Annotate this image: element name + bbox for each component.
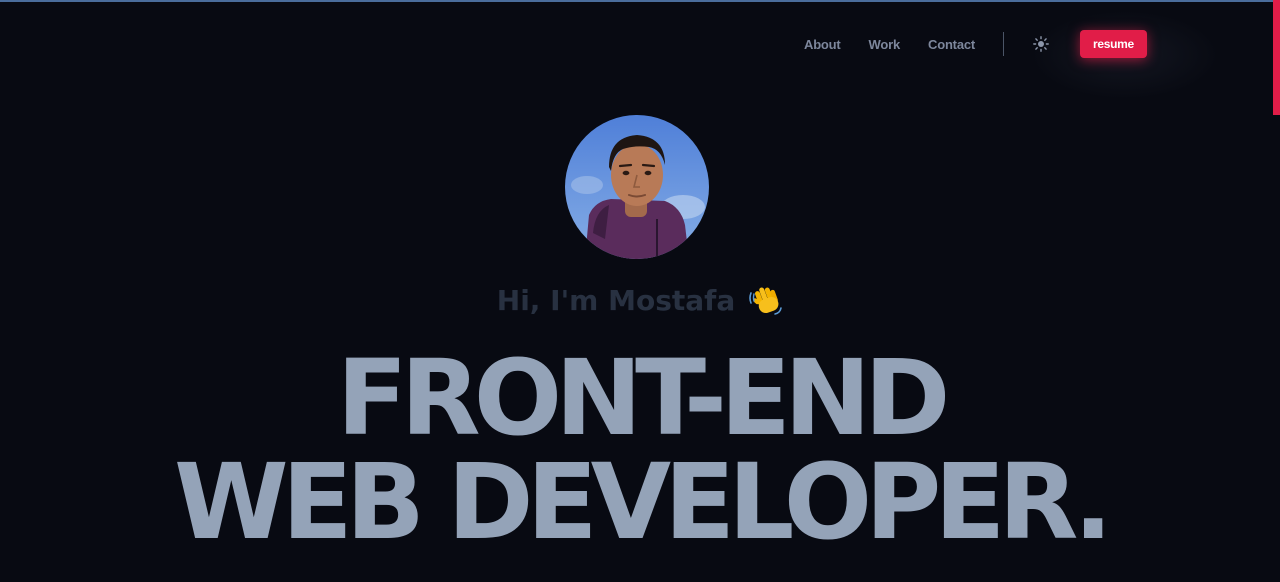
nav-link-contact[interactable]: Contact [928,37,975,52]
hero-headline: FRONT-END WEB DEVELOPER. [0,346,1280,554]
main-navigation: About Work Contact resume [790,30,1147,58]
hero-greeting: Hi, I'm Mostafa [0,281,1280,319]
sun-icon [1033,36,1049,52]
headline-line-1: FRONT-END [336,337,951,459]
top-border-line [0,0,1280,2]
nav-link-work[interactable]: Work [869,37,901,52]
resume-button[interactable]: resume [1080,30,1147,58]
nav-divider [1003,32,1005,56]
profile-avatar [565,115,709,259]
scroll-progress-bar [1273,0,1280,115]
theme-toggle-button[interactable] [1032,35,1050,53]
greeting-text: Hi, I'm Mostafa [496,283,736,317]
waving-hand-icon [749,287,783,315]
nav-link-about[interactable]: About [804,37,841,52]
headline-line-2: WEB DEVELOPER. [174,441,1113,563]
